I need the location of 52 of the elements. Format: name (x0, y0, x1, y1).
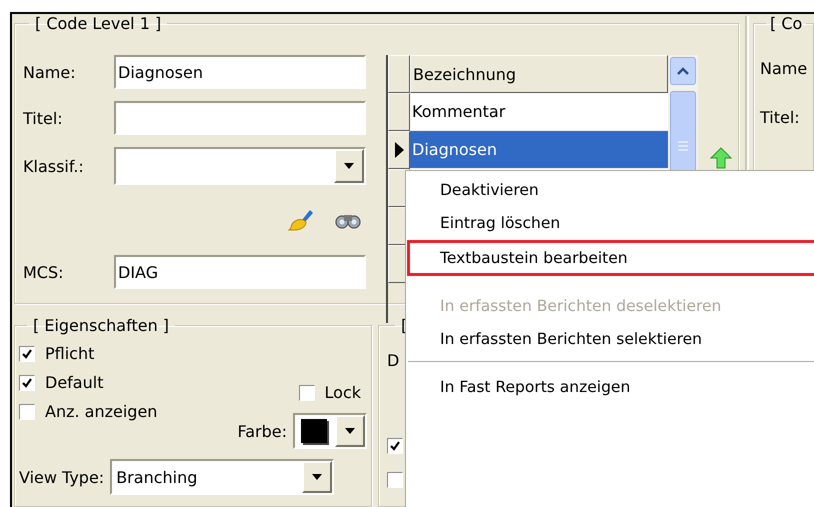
color-picker[interactable] (293, 413, 367, 449)
checkbox-label: Default (45, 373, 104, 392)
menu-item[interactable]: Eintrag löschen (406, 206, 814, 239)
menu-item[interactable]: Textbaustein bearbeiten (406, 239, 814, 277)
dropdown-field[interactable]: Branching (110, 459, 334, 495)
field-label: Klassif.: (22, 156, 85, 176)
field-label: View Type: (19, 468, 104, 486)
checkbox[interactable] (387, 438, 403, 454)
table-cell[interactable]: Diagnosen (410, 131, 668, 169)
checkbox[interactable] (19, 374, 35, 390)
dropdown-button[interactable] (334, 149, 364, 183)
text-field[interactable]: Diagnosen (114, 55, 366, 89)
group-title: [ Code Level 1 ] (34, 14, 162, 33)
checkbox-label: Anz. anzeigen (45, 402, 158, 421)
row-header-cell[interactable] (388, 131, 410, 169)
arrow-up-icon[interactable] (710, 147, 732, 169)
field-label: MCS: (22, 262, 65, 282)
menu-item[interactable]: Deaktivieren (406, 173, 814, 206)
checkbox[interactable] (19, 346, 35, 362)
checkbox[interactable] (298, 384, 315, 400)
scroll-up-button[interactable] (670, 57, 696, 85)
caret-icon (345, 428, 355, 434)
text-field[interactable] (114, 101, 366, 135)
field-label: Titel: (22, 108, 64, 128)
group-title: [ Co (769, 14, 804, 33)
row-header-cell[interactable] (388, 93, 410, 131)
group-title: [ (400, 316, 408, 335)
caret-icon (312, 474, 322, 480)
caret-icon (344, 163, 354, 169)
checkbox[interactable] (387, 472, 403, 488)
text-field[interactable]: DIAG (114, 255, 366, 289)
menu-item[interactable]: In erfassten Berichten selektieren (406, 322, 814, 355)
checkbox-label: Pflicht (45, 344, 94, 363)
dropdown-field[interactable] (114, 147, 366, 185)
table-cell[interactable]: Kommentar (410, 93, 668, 131)
group-title: [ Eigenschaften ] (32, 316, 170, 335)
field-label: D (387, 351, 400, 370)
dropdown-button[interactable] (335, 415, 365, 447)
brush-icon[interactable] (288, 208, 314, 232)
field-label: Name (760, 59, 808, 78)
row-header-cell[interactable] (388, 55, 410, 93)
field-label: Farbe: (237, 422, 287, 440)
checkbox-label: Lock (324, 383, 361, 402)
chevron-up-icon (677, 67, 689, 75)
field-label: Name: (22, 62, 77, 82)
grip-icon (677, 141, 689, 151)
column-header[interactable]: Bezeichnung (410, 55, 668, 93)
menu-item[interactable]: In Fast Reports anzeigen (406, 370, 814, 403)
field-label: Titel: (760, 108, 801, 127)
dropdown-value: Branching (115, 466, 198, 488)
dropdown-button[interactable] (302, 461, 332, 493)
checkbox[interactable] (19, 404, 35, 420)
